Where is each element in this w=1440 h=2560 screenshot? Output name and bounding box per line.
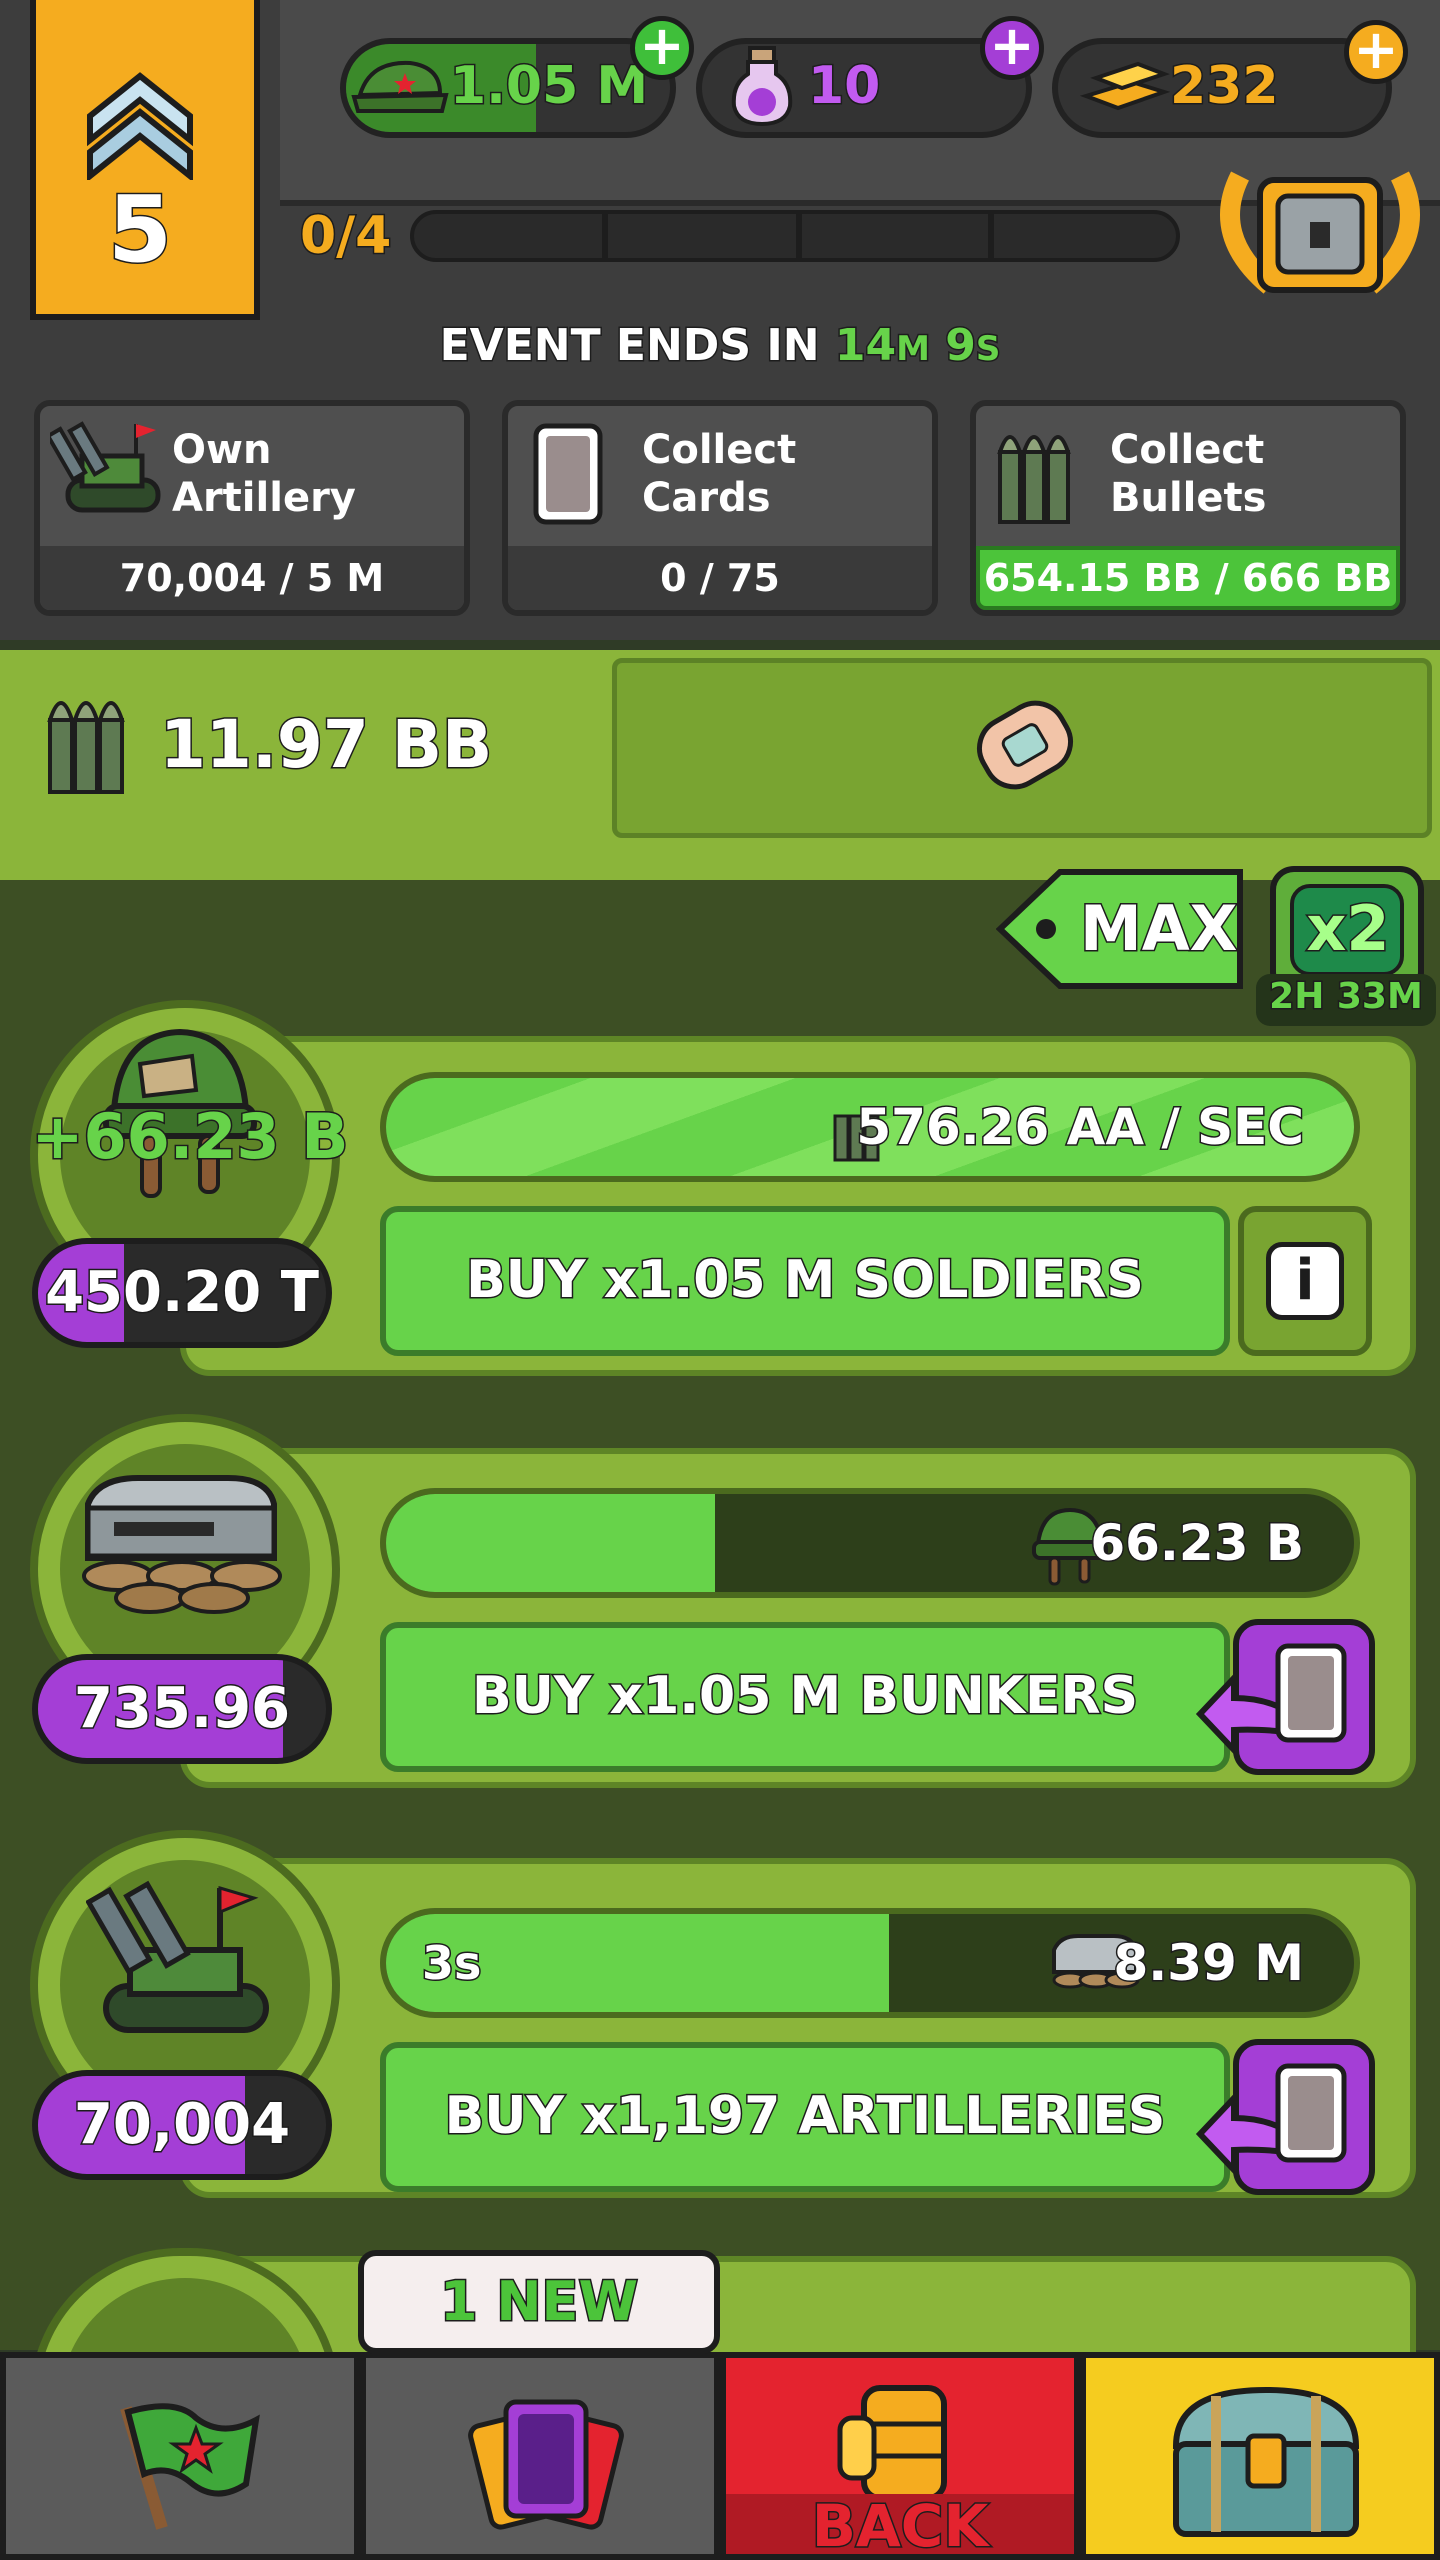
rank-progress-bar: [410, 210, 1180, 262]
info-icon: i: [1266, 1242, 1344, 1320]
soldiers-value: 1.05 M: [448, 55, 649, 118]
card-upgrade-icon: [1195, 1619, 1375, 1775]
bandage-icon: [977, 700, 1073, 790]
quest-title: Own Artillery: [172, 427, 356, 521]
fist-icon: [837, 2385, 947, 2501]
artillery-timer: 3s: [420, 1935, 482, 1992]
bunker-count-pill: 735.96 M: [32, 1654, 332, 1764]
gold-bars-icon: [1080, 61, 1170, 111]
soldier-progress-bar: 576.26 AA / SEC: [380, 1072, 1360, 1182]
bunker-icon: [82, 1475, 282, 1614]
add-soldiers-button[interactable]: +: [630, 16, 694, 80]
bunker-card-upgrade-button[interactable]: [1195, 1618, 1380, 1776]
cards-icon: [468, 2399, 624, 2530]
event-minutes: 14M: [833, 319, 931, 373]
nav-tab-shop[interactable]: [1080, 2352, 1440, 2560]
card-icon: [533, 423, 603, 525]
bullets-total: 11.97 BB: [158, 705, 493, 785]
quest-collect-bullets[interactable]: Collect Bullets 654.15 BB / 666 BB: [970, 400, 1406, 616]
soldier-gain: +66.23 B: [30, 1099, 350, 1175]
artillery-card-upgrade-button[interactable]: [1195, 2038, 1380, 2196]
quest-title: Collect Bullets: [1110, 427, 1267, 521]
bunker-progress-bar: 66.23 B: [380, 1488, 1360, 1598]
back-label: BACK: [810, 2491, 990, 2560]
potion-value: 10: [806, 55, 881, 118]
potion-icon: [731, 46, 793, 127]
progress-divider: [796, 214, 802, 258]
progress-divider: [602, 214, 608, 258]
max-label: MAX: [1078, 891, 1238, 967]
artillery-icon: [50, 421, 161, 513]
boost-timer: 2H 33M: [1268, 975, 1425, 1019]
nav-tab-cards[interactable]: [360, 2352, 720, 2560]
laurel-chest-icon: [1220, 171, 1420, 294]
quest-collect-cards[interactable]: Collect Cards 0 / 75: [502, 400, 938, 616]
add-potion-button[interactable]: +: [980, 16, 1044, 80]
progress-divider: [988, 214, 994, 258]
new-cards-label: 1 NEW: [438, 2269, 639, 2335]
artillery-count: 70,004: [72, 2091, 291, 2159]
nav-tab-army[interactable]: [0, 2352, 360, 2560]
cap-icon: [351, 60, 449, 113]
add-gold-button[interactable]: +: [1344, 20, 1408, 84]
event-timer: EVENT ENDS IN 14M 9S: [0, 319, 1440, 373]
buy-artilleries-button[interactable]: BUY x1,197 ARTILLERIES: [380, 2042, 1230, 2192]
event-seconds: 9S: [944, 319, 1002, 373]
quest-title: Collect Cards: [642, 427, 797, 521]
bunker-progress-fill: [386, 1494, 716, 1592]
quest-progress: 0 / 75: [508, 546, 932, 610]
artillery-rate: 8.39 M: [1112, 1933, 1306, 1994]
flag-icon: [120, 2403, 260, 2530]
rank-level: 5: [106, 175, 173, 285]
quest-own-artillery[interactable]: Own Artillery 70,004 / 5 M: [34, 400, 470, 616]
event-prefix: EVENT ENDS IN: [438, 319, 821, 373]
artillery-progress-bar: 3s 8.39 M: [380, 1908, 1360, 2018]
quest-progress: 70,004 / 5 M: [40, 546, 464, 610]
bunker-rate: 66.23 B: [1089, 1513, 1306, 1574]
max-button[interactable]: MAX: [995, 866, 1250, 992]
artillery-count-pill: 70,004: [32, 2070, 332, 2180]
boost-label: x2: [1305, 891, 1391, 967]
soldier-count: 450.20 T: [44, 1259, 321, 1327]
bullets-icon: [47, 701, 125, 794]
soldier-count-pill: 450.20 T: [32, 1238, 332, 1348]
rank-progress-text: 0/4: [298, 205, 392, 268]
rank-chevron-icon: [87, 72, 193, 180]
buy-soldiers-button[interactable]: BUY x1.05 M SOLDIERS: [380, 1206, 1230, 1356]
soldier-info-button[interactable]: i: [1238, 1206, 1372, 1356]
artillery-icon: [86, 1880, 269, 2033]
bunker-count: 735.96 M: [72, 1675, 291, 1743]
bullets-icon: [997, 435, 1071, 524]
gold-value: 232: [1169, 55, 1281, 118]
back-button[interactable]: BACK: [720, 2352, 1080, 2560]
buy-bunkers-button[interactable]: BUY x1.05 M BUNKERS: [380, 1622, 1230, 1772]
soldier-rate: 576.26 AA / SEC: [855, 1097, 1306, 1158]
quest-progress: 654.15 BB / 666 BB: [976, 546, 1400, 610]
rank-reward-button[interactable]: [1210, 156, 1430, 306]
card-upgrade-icon: [1195, 2039, 1375, 2195]
treasure-chest-icon: [1172, 2386, 1360, 2537]
